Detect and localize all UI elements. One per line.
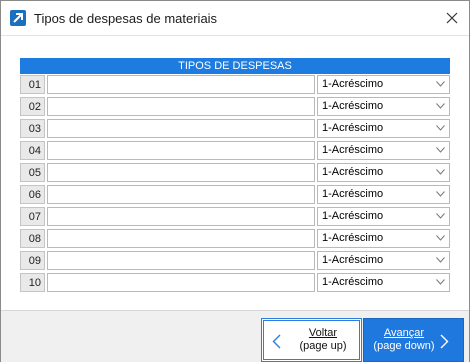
chevron-down-icon <box>436 81 445 87</box>
back-button-label: Voltar (page up) <box>290 327 356 353</box>
chevron-down-icon <box>436 257 445 263</box>
row-number: 10 <box>20 273 45 292</box>
expense-type-input[interactable] <box>47 97 315 116</box>
row-number: 04 <box>20 141 45 160</box>
chevron-down-icon <box>436 125 445 131</box>
window-title: Tipos de despesas de materiais <box>34 11 218 26</box>
back-button-line2: (page up) <box>299 340 347 352</box>
chevron-right-icon <box>440 334 449 349</box>
expense-kind-select[interactable]: 1-Acréscimo <box>317 163 450 182</box>
expense-type-input[interactable] <box>47 75 315 94</box>
expense-kind-select[interactable]: 1-Acréscimo <box>317 141 450 160</box>
row-number: 02 <box>20 97 45 116</box>
expense-kind-value: 1-Acréscimo <box>322 100 384 112</box>
grid-header: TIPOS DE DESPESAS <box>20 58 450 74</box>
expense-types-grid: TIPOS DE DESPESAS 01 1-Acréscimo 02 1-Acrés… <box>20 58 450 294</box>
grid-row: 06 1-Acréscimo <box>20 184 450 206</box>
chevron-down-icon <box>436 213 445 219</box>
expense-kind-value: 1-Acréscimo <box>322 144 384 156</box>
expense-kind-value: 1-Acréscimo <box>322 166 384 178</box>
grid-row: 07 1-Acréscimo <box>20 206 450 228</box>
expense-type-input[interactable] <box>47 119 315 138</box>
expense-type-input[interactable] <box>47 185 315 204</box>
chevron-down-icon <box>436 169 445 175</box>
expense-type-input[interactable] <box>47 163 315 182</box>
row-number: 03 <box>20 119 45 138</box>
expense-type-input[interactable] <box>47 207 315 226</box>
close-icon[interactable] <box>446 12 458 24</box>
grid-row: 09 1-Acréscimo <box>20 250 450 272</box>
expense-kind-select[interactable]: 1-Acréscimo <box>317 75 450 94</box>
chevron-down-icon <box>436 103 445 109</box>
row-number: 06 <box>20 185 45 204</box>
chevron-down-icon <box>436 191 445 197</box>
grid-rows: 01 1-Acréscimo 02 1-Acréscimo 03 1-Acréscimo 0… <box>20 74 450 294</box>
next-button-label: Avançar (page down) <box>368 327 440 353</box>
grid-row: 08 1-Acréscimo <box>20 228 450 250</box>
title-bar: Tipos de despesas de materiais <box>1 1 469 36</box>
chevron-down-icon <box>436 279 445 285</box>
expense-kind-select[interactable]: 1-Acréscimo <box>317 185 450 204</box>
row-number: 05 <box>20 163 45 182</box>
chevron-down-icon <box>436 235 445 241</box>
next-button-line2: (page down) <box>373 340 435 352</box>
back-button[interactable]: Voltar (page up) <box>261 318 362 362</box>
expense-kind-select[interactable]: 1-Acréscimo <box>317 273 450 292</box>
expense-type-input[interactable] <box>47 273 315 292</box>
grid-row: 04 1-Acréscimo <box>20 140 450 162</box>
grid-row: 10 1-Acréscimo <box>20 272 450 294</box>
grid-row: 02 1-Acréscimo <box>20 96 450 118</box>
expense-kind-select[interactable]: 1-Acréscimo <box>317 119 450 138</box>
row-number: 01 <box>20 75 45 94</box>
content-area: TIPOS DE DESPESAS 01 1-Acréscimo 02 1-Acrés… <box>1 36 469 310</box>
chevron-down-icon <box>436 147 445 153</box>
expense-kind-select[interactable]: 1-Acréscimo <box>317 251 450 270</box>
grid-row: 01 1-Acréscimo <box>20 74 450 96</box>
expense-kind-select[interactable]: 1-Acréscimo <box>317 97 450 116</box>
dialog-window: Tipos de despesas de materiais TIPOS DE … <box>0 0 470 362</box>
expense-kind-value: 1-Acréscimo <box>322 188 384 200</box>
expense-type-input[interactable] <box>47 251 315 270</box>
row-number: 08 <box>20 229 45 248</box>
app-icon <box>10 10 26 26</box>
chevron-left-icon <box>272 334 281 349</box>
row-number: 07 <box>20 207 45 226</box>
close-button[interactable] <box>435 1 469 35</box>
expense-kind-value: 1-Acréscimo <box>322 254 384 266</box>
grid-row: 03 1-Acréscimo <box>20 118 450 140</box>
expense-kind-value: 1-Acréscimo <box>322 232 384 244</box>
expense-type-input[interactable] <box>47 229 315 248</box>
expense-kind-value: 1-Acréscimo <box>322 122 384 134</box>
expense-kind-value: 1-Acréscimo <box>322 210 384 222</box>
expense-kind-select[interactable]: 1-Acréscimo <box>317 207 450 226</box>
row-number: 09 <box>20 251 45 270</box>
expense-kind-value: 1-Acréscimo <box>322 276 384 288</box>
back-button-line1: Voltar <box>308 327 338 339</box>
next-button[interactable]: Avançar (page down) <box>363 318 464 362</box>
footer-bar: Voltar (page up) Avançar (page down) <box>1 310 469 362</box>
next-button-line1: Avançar <box>383 327 425 339</box>
expense-kind-value: 1-Acréscimo <box>322 78 384 90</box>
expense-kind-select[interactable]: 1-Acréscimo <box>317 229 450 248</box>
expense-type-input[interactable] <box>47 141 315 160</box>
grid-row: 05 1-Acréscimo <box>20 162 450 184</box>
